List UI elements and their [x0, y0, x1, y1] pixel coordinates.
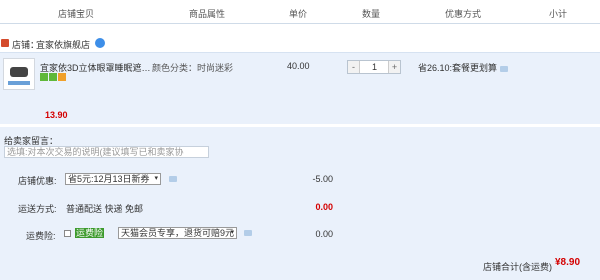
- shipping-label: 运送方式:: [18, 204, 57, 214]
- insurance-checkbox[interactable]: [64, 230, 71, 237]
- service-badges: [40, 73, 67, 81]
- insurance-tag: 运费险: [75, 228, 105, 238]
- seven-day-return-icon: [40, 73, 48, 81]
- col-discount: 优惠方式: [445, 9, 482, 19]
- shipping-amount: 0.00: [315, 202, 333, 212]
- message-icon[interactable]: [500, 65, 509, 72]
- credit-card-icon: [58, 73, 66, 81]
- dropdown-arrow-icon: ▾: [154, 175, 158, 182]
- cart-item: 宜家依3D立体眼罩睡眠遮… 颜色分类：时尚迷彩 40.00 - 1 + 省26.…: [0, 52, 600, 124]
- shop-label: 店铺：: [12, 40, 40, 50]
- dropdown-arrow-icon: ▾: [230, 229, 234, 236]
- eye-mask-icon: [10, 67, 28, 77]
- insurance-select[interactable]: 天猫会员专享，退货可赔9元 ▾: [118, 227, 237, 239]
- coupon-info-icon[interactable]: [169, 176, 177, 182]
- shop-coupon-label: 店铺优惠:: [18, 176, 57, 186]
- insurance-label: 运费险:: [26, 231, 56, 241]
- quantity-stepper: - 1 +: [347, 60, 401, 74]
- shop-icon: [1, 39, 9, 47]
- item-subtotal: 13.90: [45, 110, 68, 120]
- chat-icon[interactable]: [95, 38, 105, 48]
- shop-name-link[interactable]: 宜家依旗舰店: [36, 38, 90, 51]
- product-attribute: 颜色分类：时尚迷彩: [152, 63, 234, 73]
- col-subtotal: 小计: [549, 9, 568, 19]
- total-label: 店铺合计(含运费): [483, 262, 552, 272]
- guarantee-icon: [49, 73, 57, 81]
- col-shop-item: 店铺宝贝: [58, 9, 95, 19]
- promotion-text: 省26.10:套餐更划算: [418, 61, 509, 74]
- shipping-method: 普通配送 快递 免邮: [66, 204, 144, 214]
- shop-coupon-amount: -5.00: [312, 174, 333, 184]
- quantity-input[interactable]: 1: [361, 61, 388, 73]
- col-unit-price: 单价: [289, 9, 308, 19]
- increase-quantity-button[interactable]: +: [388, 61, 400, 73]
- seller-note-input[interactable]: 选填:对本次交易的说明(建议填写已和卖家协: [4, 146, 209, 158]
- col-attributes: 商品属性: [189, 9, 226, 19]
- insurance-info-icon[interactable]: [244, 230, 252, 236]
- unit-price: 40.00: [287, 61, 310, 71]
- shop-coupon-select[interactable]: 省5元:12月13日新券 ▾: [65, 173, 161, 185]
- product-thumbnail[interactable]: [3, 58, 35, 90]
- total-value: ¥8.90: [555, 257, 581, 268]
- decrease-quantity-button[interactable]: -: [348, 61, 360, 73]
- column-header: 店铺宝贝 商品属性 单价 数量 优惠方式 小计: [0, 0, 600, 24]
- order-options: 给卖家留言： 选填:对本次交易的说明(建议填写已和卖家协 店铺优惠: 省5元:1…: [0, 127, 600, 280]
- insurance-amount: 0.00: [315, 229, 333, 239]
- col-quantity: 数量: [362, 9, 381, 19]
